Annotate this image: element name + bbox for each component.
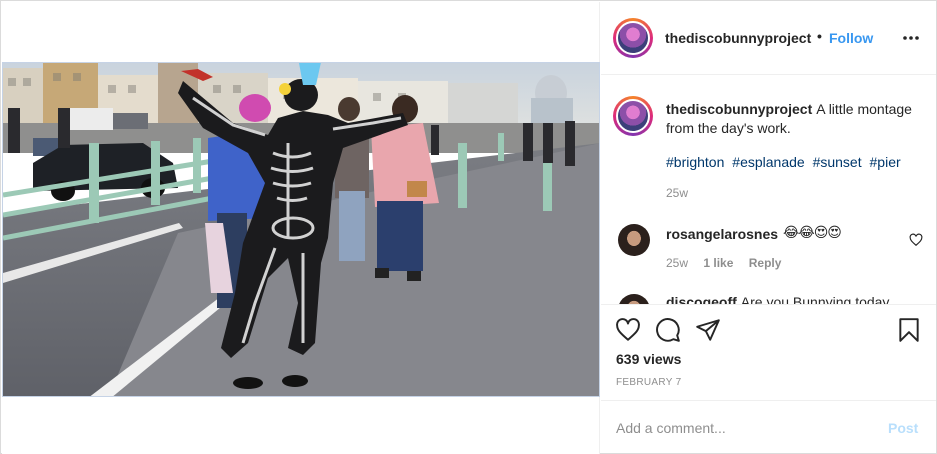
- post-date[interactable]: FEBRUARY 7: [616, 377, 681, 388]
- follow-button[interactable]: Follow: [829, 30, 873, 46]
- author-username[interactable]: thediscobunnyproject: [665, 30, 811, 46]
- comment-likes[interactable]: 1 like: [703, 256, 733, 270]
- comments-section[interactable]: thediscobunnyproject A little montage fro…: [601, 76, 936, 304]
- share-icon[interactable]: [695, 317, 721, 343]
- author-avatar[interactable]: [613, 18, 653, 58]
- commenter-avatar[interactable]: [618, 224, 650, 256]
- comment-input[interactable]: [616, 418, 866, 438]
- comment-meta: 25w 1 like Reply: [666, 256, 793, 270]
- media-pane: [2, 2, 600, 454]
- comment-timestamp[interactable]: 25w: [666, 256, 688, 270]
- comment-text: Are you Bunnying today: [740, 294, 890, 304]
- hashtag-link[interactable]: #sunset: [813, 154, 862, 170]
- view-count[interactable]: 639 views: [616, 351, 681, 367]
- commenter-username[interactable]: rosangelarosnes: [666, 226, 778, 242]
- caption-username[interactable]: thediscobunnyproject: [666, 101, 812, 117]
- bookmark-icon[interactable]: [896, 317, 922, 343]
- hashtag-link[interactable]: #esplanade: [732, 154, 804, 170]
- post-video[interactable]: [2, 62, 600, 397]
- video-frame: [3, 63, 599, 396]
- reply-button[interactable]: Reply: [749, 256, 782, 270]
- author-avatar-image: [616, 21, 650, 55]
- post-header: thediscobunnyproject • Follow: [601, 2, 936, 75]
- caption-author-avatar-image: [616, 99, 650, 133]
- heart-small-icon[interactable]: [909, 233, 923, 247]
- add-comment-bar: Post: [601, 400, 936, 454]
- follow-separator: •: [817, 28, 822, 44]
- hashtag-list: #brighton #esplanade #sunset #pier: [666, 154, 905, 170]
- post-comment-button[interactable]: Post: [888, 420, 918, 436]
- caption-text: thediscobunnyproject A little montage fro…: [666, 100, 928, 138]
- hashtag-link[interactable]: #brighton: [666, 154, 724, 170]
- instagram-post: thediscobunnyproject • Follow thediscobu…: [0, 0, 937, 454]
- caption-author-avatar[interactable]: [613, 96, 653, 136]
- post-sidebar: thediscobunnyproject • Follow thediscobu…: [601, 2, 936, 454]
- caption-timestamp[interactable]: 25w: [666, 186, 688, 200]
- action-bar: 639 views FEBRUARY 7: [601, 304, 936, 400]
- comment-text-row: discogeoff Are you Bunnying today: [666, 294, 889, 304]
- more-options-icon[interactable]: [901, 28, 921, 48]
- heart-icon[interactable]: [615, 317, 641, 343]
- commenter-username[interactable]: discogeoff: [666, 294, 737, 304]
- commenter-avatar[interactable]: [618, 294, 650, 304]
- comment-text: 😂😂😍😍: [783, 224, 842, 240]
- comment-icon[interactable]: [655, 317, 681, 343]
- hashtag-link[interactable]: #pier: [870, 154, 901, 170]
